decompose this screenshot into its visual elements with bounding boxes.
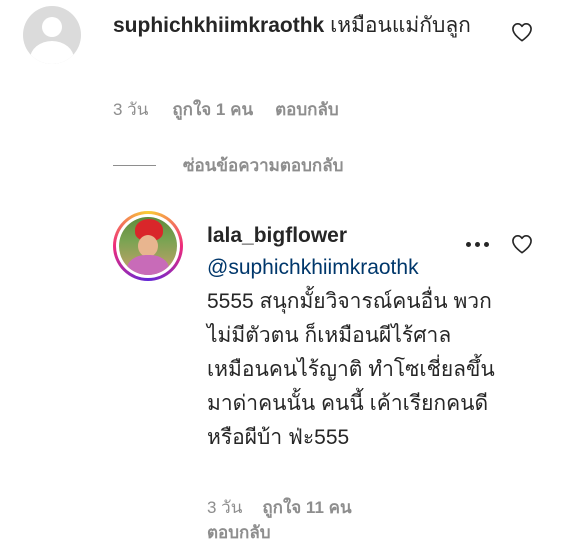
comment-reply-button[interactable]: ตอบกลับ xyxy=(275,100,339,119)
reply-meta: 3 วัน ถูกใจ 11 คน xyxy=(207,494,352,521)
reply-body: 5555 สนุกมั้ยวิจารณ์คนอื่น พวกไม่มีตัวตน… xyxy=(207,290,495,449)
heart-outline-icon[interactable] xyxy=(511,234,533,254)
hide-replies-button[interactable]: ซ่อนข้อความตอบกลับ xyxy=(183,152,343,179)
comment-username[interactable]: suphichkhiimkraothk xyxy=(113,14,324,37)
reply-likes[interactable]: ถูกใจ 11 คน xyxy=(262,498,351,517)
story-ring[interactable] xyxy=(113,211,183,281)
comment-time[interactable]: 3 วัน xyxy=(113,100,148,119)
comment-likes[interactable]: ถูกใจ 1 คน xyxy=(172,100,253,119)
comment-text: suphichkhiimkraothk เหมือนแม่กับลูก xyxy=(113,10,493,42)
more-options-icon[interactable] xyxy=(464,236,490,252)
default-avatar-icon xyxy=(42,17,62,37)
divider-line xyxy=(113,165,156,166)
reply-mention-link[interactable]: @suphichkhiimkraothk xyxy=(207,254,487,282)
reply-time[interactable]: 3 วัน xyxy=(207,498,242,517)
comment-meta: 3 วัน ถูกใจ 1 คน ตอบกลับ xyxy=(113,96,339,123)
reply-username[interactable]: lala_bigflower xyxy=(207,222,347,250)
heart-outline-icon[interactable] xyxy=(511,22,533,42)
avatar xyxy=(119,217,177,275)
avatar[interactable] xyxy=(23,6,81,64)
reply-reply-button[interactable]: ตอบกลับ xyxy=(207,519,271,546)
comment-body: เหมือนแม่กับลูก xyxy=(330,14,471,37)
